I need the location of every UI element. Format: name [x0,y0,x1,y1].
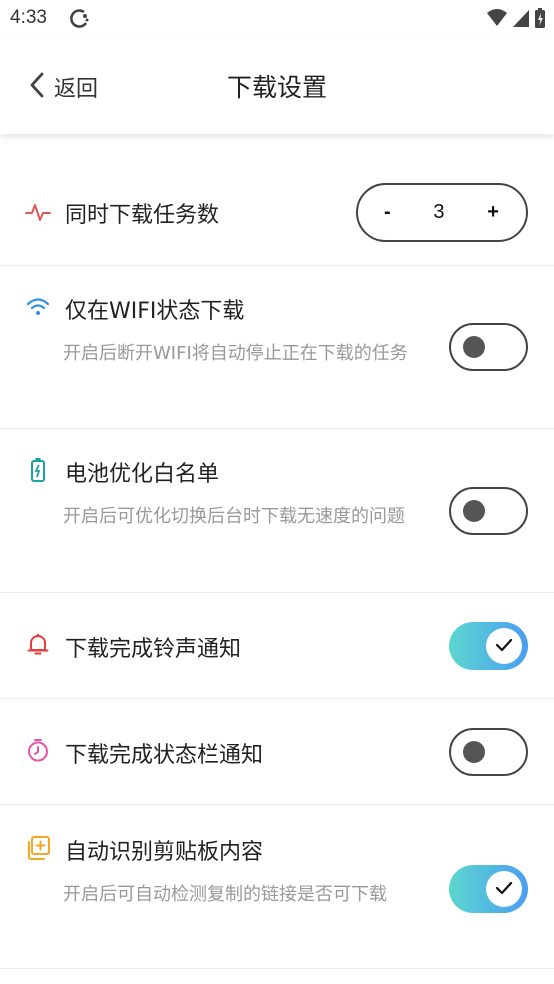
sync-icon [69,8,91,34]
setting-wifi-only: 仅在WIFI状态下载 开启后断开WIFI将自动停止正在下载的任务 [0,266,554,429]
decrement-button[interactable]: - [384,201,391,224]
battery-status-icon [534,7,546,33]
setting-title: 下载完成状态栏通知 [65,743,264,768]
page-title: 下载设置 [226,73,327,102]
bell-icon [25,631,51,657]
setting-statusbar-notification: 下载完成状态栏通知 [0,699,554,805]
app-bar: 返回 下载设置 [0,38,554,134]
setting-title: 仅在WIFI状态下载 [65,299,245,324]
setting-description: 开启后断开WIFI将自动停止正在下载的任务 [63,343,408,364]
concurrent-downloads-stepper: - 3 + [356,183,528,242]
statusbar-notification-toggle[interactable] [449,728,528,776]
stepper-value: 3 [433,201,445,223]
wifi-icon [25,294,51,320]
toggle-knob [463,336,485,358]
ringtone-notification-toggle[interactable] [449,622,528,670]
activity-icon [25,199,51,225]
setting-title: 同时下载任务数 [65,203,220,228]
toggle-knob [463,741,485,763]
setting-battery-whitelist: 电池优化白名单 开启后可优化切换后台时下载无速度的问题 [0,429,554,593]
settings-list: 同时下载任务数 - 3 + 仅在WIFI状态下载 开启后断开WIFI将自动停止正… [0,144,554,969]
battery-icon [25,457,51,483]
wifi-only-toggle[interactable] [449,323,528,371]
clipboard-add-icon [25,835,51,861]
clipboard-detection-toggle[interactable] [449,865,528,913]
cell-signal-icon [512,8,530,32]
setting-description: 开启后可自动检测复制的链接是否可下载 [63,884,387,905]
toggle-knob [486,871,522,907]
setting-title: 电池优化白名单 [65,462,220,487]
status-bar: 4:33 [0,0,554,38]
battery-whitelist-toggle[interactable] [449,487,528,535]
checkmark-icon [495,880,513,899]
timer-icon [25,737,51,763]
setting-concurrent-downloads: 同时下载任务数 - 3 + [0,144,554,266]
setting-clipboard-detection: 自动识别剪贴板内容 开启后可自动检测复制的链接是否可下载 [0,805,554,969]
setting-ringtone-notification: 下载完成铃声通知 [0,593,554,699]
setting-title: 自动识别剪贴板内容 [65,840,264,865]
status-indicators [486,7,546,33]
toggle-knob [486,628,522,664]
toggle-knob [463,500,485,522]
status-time: 4:33 [10,7,47,28]
checkmark-icon [495,637,513,656]
increment-button[interactable]: + [487,201,499,224]
wifi-signal-icon [486,8,508,32]
setting-title: 下载完成铃声通知 [65,637,242,662]
setting-description: 开启后可优化切换后台时下载无速度的问题 [63,506,405,527]
